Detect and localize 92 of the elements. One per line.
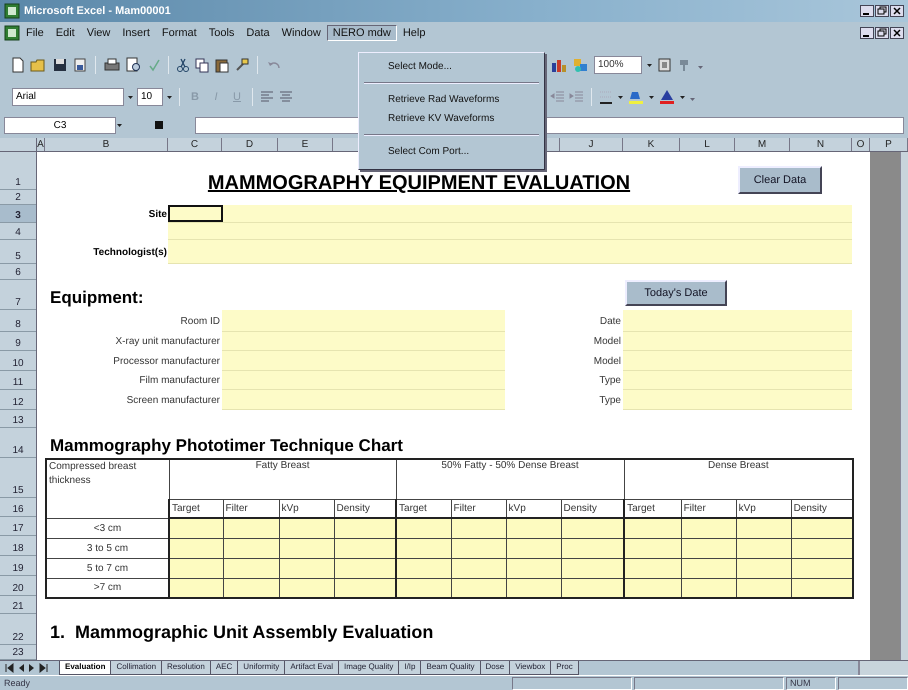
- column-heading: Fatty Breast: [169, 459, 396, 499]
- row-header[interactable]: 16: [0, 498, 36, 517]
- row-header[interactable]: 15: [0, 458, 36, 498]
- row-label: 5 to 7 cm: [46, 558, 169, 578]
- menu-item[interactable]: File: [20, 25, 50, 41]
- font-field[interactable]: Arial: [12, 88, 124, 106]
- column-heading: Dense Breast: [624, 459, 854, 499]
- sheet-tab[interactable]: Resolution: [161, 661, 211, 675]
- column-header[interactable]: A: [37, 138, 45, 151]
- column-heading: 50% Fatty - 50% Dense Breast: [396, 459, 624, 499]
- sheet-tab[interactable]: Beam Quality: [420, 661, 481, 675]
- field-label: Model: [592, 354, 622, 368]
- column-header[interactable]: M: [735, 138, 790, 151]
- row-header[interactable]: 11: [0, 371, 36, 390]
- column-header[interactable]: C: [168, 138, 222, 151]
- column-header[interactable]: D: [222, 138, 278, 151]
- menu-item[interactable]: NERO mdw: [326, 25, 397, 41]
- chart-heading: Mammography Phototimer Technique Chart: [50, 436, 403, 457]
- column-header[interactable]: L: [680, 138, 735, 151]
- menu-item[interactable]: Window: [276, 25, 327, 41]
- row-header[interactable]: 18: [0, 536, 36, 556]
- row-header[interactable]: 20: [0, 576, 36, 596]
- field-label: Site: [148, 208, 168, 222]
- row-label: 3 to 5 cm: [46, 538, 169, 558]
- field-label: Processor manufacturer: [112, 354, 221, 368]
- field-label: Model: [592, 335, 622, 349]
- field-label: Film manufacturer: [138, 374, 221, 388]
- font-size-field[interactable]: 10: [137, 88, 163, 106]
- field-label: Room ID: [180, 314, 221, 328]
- sheet-tab[interactable]: Collimation: [110, 661, 162, 675]
- column-header[interactable]: N: [790, 138, 852, 151]
- sheet-title: MAMMOGRAPHY EQUIPMENT EVALUATION: [206, 172, 632, 195]
- section-heading: 1. Mammographic Unit Assembly Evaluation: [50, 622, 434, 644]
- row-header[interactable]: 21: [0, 596, 36, 614]
- row-header[interactable]: 19: [0, 556, 36, 576]
- row-header[interactable]: 17: [0, 517, 36, 536]
- sheet-tab[interactable]: Evaluation: [59, 661, 112, 675]
- column-header[interactable]: O: [852, 138, 870, 151]
- row-header[interactable]: 22: [0, 614, 36, 645]
- todays-date-button[interactable]: Today's Date: [625, 280, 727, 306]
- sheet-tab[interactable]: Proc: [550, 661, 579, 675]
- menu-item[interactable]: Tools: [202, 25, 240, 41]
- column-header[interactable]: E: [278, 138, 333, 151]
- row-header[interactable]: 9: [0, 332, 36, 351]
- column-header[interactable]: B: [45, 138, 168, 151]
- menu-item[interactable]: Retrieve Rad Waveforms: [362, 90, 541, 109]
- menu-item[interactable]: View: [80, 25, 116, 41]
- menu-item[interactable]: Data: [240, 25, 276, 41]
- column-header[interactable]: J: [560, 138, 623, 151]
- menu-item[interactable]: Help: [396, 25, 432, 41]
- sheet-tab[interactable]: Dose: [480, 661, 510, 675]
- sheet-tab[interactable]: Viewbox: [509, 661, 552, 675]
- menu-item[interactable]: Edit: [50, 25, 81, 41]
- row-header[interactable]: 12: [0, 390, 36, 410]
- sheet-tab[interactable]: AEC: [210, 661, 238, 675]
- row-header[interactable]: 13: [0, 410, 36, 428]
- field-label: X-ray unit manufacturer: [114, 335, 221, 349]
- row-header[interactable]: 14: [0, 428, 36, 458]
- row-header[interactable]: 3: [0, 205, 36, 223]
- status-text: Ready: [3, 678, 32, 688]
- field-label: Screen manufacturer: [126, 394, 221, 408]
- field-label: Date: [598, 314, 622, 328]
- section-heading: Equipment:: [50, 288, 144, 309]
- column-header[interactable]: K: [623, 138, 680, 151]
- window-title: Microsoft Excel - Mam00001: [24, 5, 171, 17]
- field-label: Technologist(s): [92, 246, 168, 260]
- menu-item[interactable]: Insert: [116, 25, 156, 41]
- row-header[interactable]: 6: [0, 264, 36, 280]
- row-header[interactable]: 4: [0, 223, 36, 240]
- column-heading: Compressed breast thickness: [46, 459, 169, 518]
- field-label: Type: [598, 394, 622, 408]
- menu-item[interactable]: Format: [156, 25, 203, 41]
- name-box[interactable]: C3: [4, 116, 116, 134]
- column-header[interactable]: P: [870, 138, 908, 151]
- zoom-field[interactable]: 100%: [594, 56, 642, 74]
- status-indicator: NUM: [786, 676, 836, 690]
- row-label: <3 cm: [46, 518, 169, 538]
- row-header[interactable]: 1: [0, 152, 36, 190]
- menu-item[interactable]: Select Com Port...: [362, 142, 541, 161]
- sheet-tab[interactable]: Uniformity: [237, 661, 286, 675]
- sheet-tab[interactable]: I/Ip: [398, 661, 422, 675]
- row-header[interactable]: 8: [0, 310, 36, 332]
- sheet-tab[interactable]: Artifact Eval: [284, 661, 339, 675]
- clear-data-button[interactable]: Clear Data: [738, 166, 822, 194]
- sheet-tab[interactable]: Image Quality: [338, 661, 400, 675]
- menu-item[interactable]: Retrieve KV Waveforms: [362, 109, 541, 128]
- menu-item[interactable]: Select Mode...: [362, 57, 541, 76]
- row-header[interactable]: 5: [0, 240, 36, 264]
- row-header[interactable]: 10: [0, 351, 36, 371]
- row-label: >7 cm: [46, 578, 169, 598]
- row-header[interactable]: 7: [0, 280, 36, 310]
- field-label: Type: [598, 374, 622, 388]
